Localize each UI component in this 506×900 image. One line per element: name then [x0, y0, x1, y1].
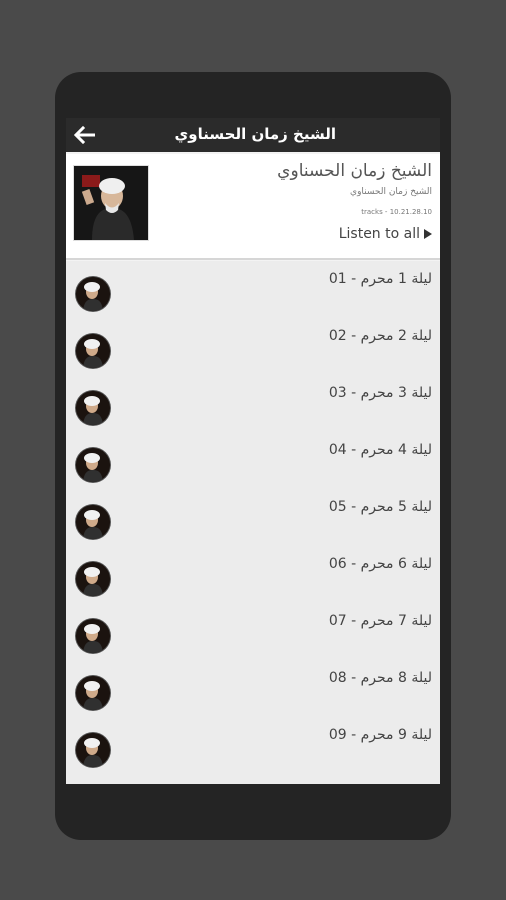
list-item[interactable]: 04 - ليلة 4 محرم [66, 432, 440, 489]
avatar [76, 562, 110, 596]
avatar [76, 334, 110, 368]
app-bar: الشيخ زمان الحسناوي [66, 118, 440, 152]
listen-to-all-button[interactable]: Listen to all [339, 226, 432, 242]
avatar [76, 619, 110, 653]
track-list: 01 - ليلة 1 محرم 02 - ليلة 2 محرم 03 - ل… [66, 261, 440, 784]
track-title: 03 - ليلة 3 محرم [328, 385, 432, 401]
device-bottom-bezel [55, 784, 451, 840]
list-item[interactable]: 01 - ليلة 1 محرم [66, 261, 440, 318]
track-title: 05 - ليلة 5 محرم [328, 499, 432, 515]
arrow-left-icon [74, 126, 95, 144]
avatar [76, 676, 110, 710]
track-title: 09 - ليلة 9 محرم [328, 727, 432, 743]
list-item[interactable]: 03 - ليلة 3 محرم [66, 375, 440, 432]
track-title: 06 - ليلة 6 محرم [328, 556, 432, 572]
track-title: 07 - ليلة 7 محرم [328, 613, 432, 629]
avatar [76, 277, 110, 311]
track-title: 08 - ليلة 8 محرم [328, 670, 432, 686]
track-title: 04 - ليلة 4 محرم [328, 442, 432, 458]
album-thumbnail [73, 165, 149, 241]
avatar [76, 391, 110, 425]
list-item[interactable]: 08 - ليلة 8 محرم [66, 660, 440, 717]
back-button[interactable] [70, 120, 100, 150]
album-header: الشيخ زمان الحسناوي الشيخ زمان الحسناوي … [66, 154, 440, 260]
album-subtitle: الشيخ زمان الحسناوي [350, 187, 432, 197]
album-title: الشيخ زمان الحسناوي [277, 161, 432, 181]
avatar [76, 505, 110, 539]
list-item[interactable]: 06 - ليلة 6 محرم [66, 546, 440, 603]
list-item[interactable]: 05 - ليلة 5 محرم [66, 489, 440, 546]
list-item[interactable]: 02 - ليلة 2 محرم [66, 318, 440, 375]
track-title: 01 - ليلة 1 محرم [328, 271, 432, 287]
listen-to-all-label: Listen to all [338, 226, 420, 242]
page-title: الشيخ زمان الحسناوي [174, 125, 336, 143]
list-item[interactable]: 07 - ليلة 7 محرم [66, 603, 440, 660]
avatar [76, 733, 110, 767]
track-title: 02 - ليلة 2 محرم [328, 328, 432, 344]
list-item[interactable]: 09 - ليلة 9 محرم [66, 717, 440, 774]
album-meta: tracks - 10.21.28.10 [361, 208, 432, 216]
play-icon [424, 229, 432, 239]
app-screen: الشيخ زمان الحسناوي الشيخ زمان الحسناوي … [66, 118, 440, 784]
avatar [76, 448, 110, 482]
